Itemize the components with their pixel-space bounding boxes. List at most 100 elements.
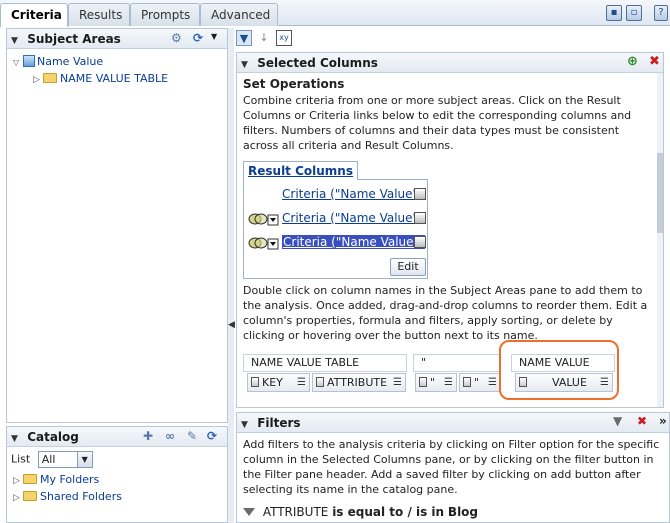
value-column-callout — [499, 340, 619, 400]
subject-area-icon — [23, 55, 35, 67]
collapse-icon[interactable]: ▼ — [11, 36, 23, 46]
expand-closed-icon[interactable]: ▷ — [13, 490, 23, 507]
refresh-icon[interactable]: ⟳ — [193, 31, 203, 45]
drag-handle-icon[interactable] — [316, 377, 324, 387]
vertical-scrollbar[interactable] — [657, 73, 663, 407]
column-label: " — [430, 376, 436, 389]
list-select-value: All — [41, 453, 56, 466]
set-operations-title: Set Operations — [243, 77, 345, 91]
filters-header: ▼ Filters ▼ ✖ » — [237, 413, 669, 433]
filter-icon — [243, 508, 255, 516]
column-menu-icon[interactable]: ☰ — [393, 374, 402, 391]
edit-button[interactable]: Edit — [390, 258, 426, 276]
catalog-panel: ▼ Catalog ✚ ∞ ✎ ⟳ List All ▼ ▷ My Folders … — [6, 426, 228, 523]
tree-item-shared-folders[interactable]: ▷ Shared Folders — [13, 488, 227, 505]
tree-item-label: Shared Folders — [40, 490, 122, 503]
page-icon[interactable] — [414, 236, 426, 248]
columns-instructions: Double click on column names in the Subj… — [243, 284, 648, 342]
filter-toggle-icon[interactable]: ▼ — [236, 30, 252, 46]
folder-icon — [23, 491, 37, 501]
sql-icon[interactable]: xy — [276, 30, 292, 46]
criteria-toolbar: ▼ ↓ xy — [236, 28, 670, 50]
chevron-down-icon: ▼ — [76, 452, 92, 467]
chevron-down-icon[interactable]: ▼ — [211, 32, 217, 41]
expand-icon[interactable]: » — [659, 414, 667, 428]
sort-icon[interactable]: ↓ — [256, 30, 272, 46]
delete-filter-icon[interactable]: ✖ — [637, 414, 647, 428]
column-menu-icon[interactable]: ☰ — [488, 374, 497, 391]
column-attribute[interactable]: ATTRIBUTE ☰ — [312, 373, 406, 392]
save-icon[interactable]: ▪ — [606, 5, 622, 21]
tree-item-label: NAME VALUE TABLE — [60, 72, 169, 85]
drag-handle-icon[interactable] — [251, 377, 259, 387]
criteria-list: Criteria ("Name Value") Criteria ("Name … — [243, 179, 428, 279]
column-quote[interactable]: " ☰ — [459, 373, 501, 392]
tree-item-my-folders[interactable]: ▷ My Folders — [13, 471, 227, 488]
tree-item-label: Name Value — [37, 55, 104, 68]
union-operator-icon[interactable] — [247, 236, 279, 250]
tree-item-label: My Folders — [40, 473, 100, 486]
tree-item-name-value-table[interactable]: ▷ NAME VALUE TABLE — [13, 70, 227, 87]
subject-areas-header: ▼ Subject Areas ⚙ ⟳ ▼ — [7, 29, 227, 49]
edit-icon[interactable]: ✎ — [187, 429, 197, 443]
collapse-icon[interactable]: ▼ — [241, 60, 253, 70]
tab-criteria[interactable]: Criteria — [0, 3, 68, 27]
column-group-header[interactable]: NAME VALUE TABLE — [243, 354, 407, 372]
subject-areas-title: Subject Areas — [27, 32, 121, 46]
drag-handle-icon[interactable] — [463, 377, 471, 387]
collapse-icon[interactable]: ▼ — [11, 434, 23, 444]
column-group-header[interactable]: " — [413, 354, 501, 372]
column-menu-icon[interactable]: ☰ — [297, 374, 306, 391]
page-icon[interactable] — [414, 212, 426, 224]
save-as-icon[interactable]: ▫ — [626, 5, 642, 21]
union-operator-icon[interactable] — [247, 212, 279, 226]
filter-value: Blog — [447, 505, 479, 519]
pane-splitter[interactable] — [228, 28, 234, 523]
criteria-link[interactable]: Criteria ("Name Value") — [282, 211, 423, 225]
selected-columns-title: Selected Columns — [257, 56, 378, 70]
tab-results[interactable]: Results — [68, 3, 130, 26]
filter-row[interactable]: ATTRIBUTE is equal to / is in Blog — [237, 501, 669, 523]
criteria-row: Criteria ("Name Value") — [244, 208, 427, 232]
result-columns-link[interactable]: Result Columns — [243, 161, 358, 180]
expand-closed-icon[interactable]: ▷ — [33, 72, 43, 89]
set-operations-text: Combine criteria from one or more subjec… — [243, 94, 632, 152]
refresh-icon[interactable]: ⟳ — [207, 429, 217, 443]
add-subject-area-icon[interactable]: ⚙ — [171, 31, 182, 45]
filters-help-text: Add filters to the analysis criteria by … — [243, 438, 660, 496]
criteria-link-selected[interactable]: Criteria ("Name Value") — [282, 235, 425, 249]
folder-icon — [43, 73, 57, 83]
list-select[interactable]: All ▼ — [37, 451, 93, 468]
filter-column: ATTRIBUTE — [262, 505, 329, 519]
catalog-list-row: List All ▼ — [7, 447, 227, 469]
add-criteria-icon[interactable]: ⊕ — [627, 54, 638, 69]
scrollbar-thumb[interactable] — [657, 153, 663, 233]
page-icon[interactable] — [414, 188, 426, 200]
column-key[interactable]: KEY ☰ — [247, 373, 310, 392]
filters-panel: ▼ Filters ▼ ✖ » Add filters to the analy… — [236, 412, 670, 523]
column-menu-icon[interactable]: ☰ — [444, 374, 453, 391]
column-label: ATTRIBUTE — [327, 376, 388, 389]
selected-columns-header: ▼ Selected Columns ⊕ ✖ — [237, 53, 663, 73]
expand-open-icon[interactable]: ▽ — [13, 54, 23, 71]
view-icon[interactable]: ∞ — [165, 429, 175, 443]
subject-area-tree: ▽ Name Value ▷ NAME VALUE TABLE — [7, 49, 227, 87]
column-label: " — [474, 376, 480, 389]
column-label: KEY — [262, 376, 283, 389]
delete-icon[interactable]: ✖ — [649, 54, 660, 69]
criteria-row: Criteria ("Name Value") — [244, 184, 427, 208]
collapse-left-icon[interactable]: ◀ — [228, 320, 235, 330]
help-icon[interactable]: ? — [654, 5, 668, 21]
tree-item-name-value[interactable]: ▽ Name Value — [13, 53, 227, 70]
tab-prompts[interactable]: Prompts — [130, 3, 200, 26]
drag-handle-icon[interactable] — [419, 377, 427, 387]
collapse-icon[interactable]: ▼ — [241, 420, 253, 430]
tab-advanced[interactable]: Advanced — [200, 3, 278, 26]
criteria-link[interactable]: Criteria ("Name Value") — [282, 187, 423, 201]
add-icon[interactable]: ✚ — [143, 429, 153, 443]
catalog-tree: ▷ My Folders ▷ Shared Folders — [7, 469, 227, 505]
column-quote[interactable]: " ☰ — [415, 373, 457, 392]
folder-icon — [23, 474, 37, 484]
filters-title: Filters — [257, 416, 301, 430]
add-filter-icon[interactable]: ▼ — [613, 414, 622, 428]
